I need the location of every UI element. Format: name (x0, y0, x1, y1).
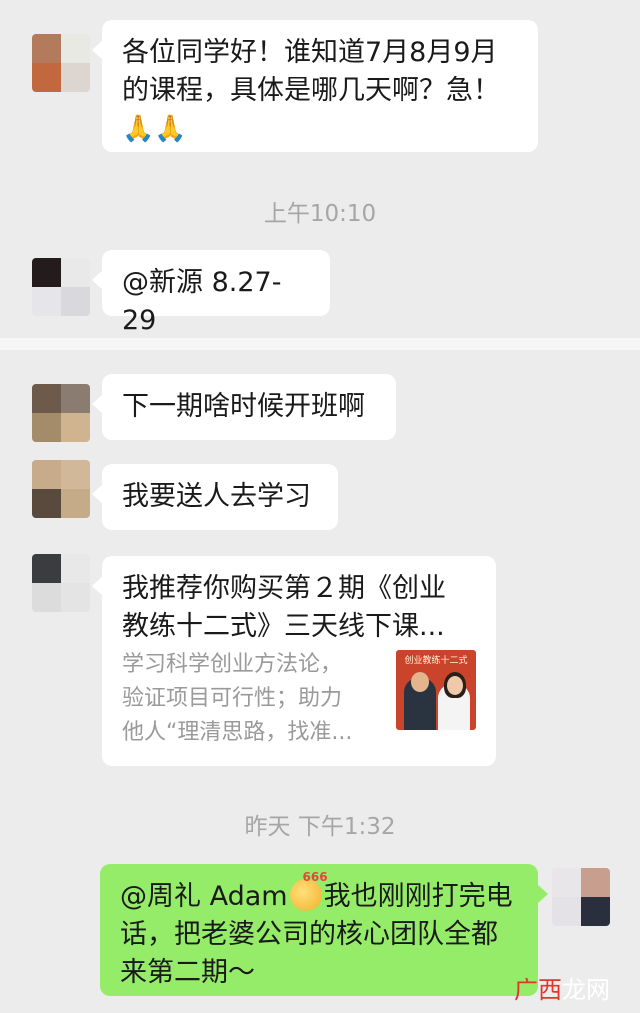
message-text: 我也刚刚打完电 (323, 881, 513, 912)
thumbnail-title: 创业教练十二式 (404, 656, 468, 666)
message-text: @新源 8.27-29 (122, 267, 282, 336)
timestamp: 昨天 下午1:32 (244, 814, 396, 840)
course-link-card[interactable]: 我推荐你购买第２期《创业 教练十二式》三天线下课... 学习科学创业方法论， 验… (92, 556, 496, 766)
thumbnail-person-head (411, 672, 429, 692)
message-bubble[interactable]: 我要送人去学习 (92, 464, 338, 530)
avatar[interactable] (32, 554, 90, 612)
message-bubble[interactable]: 各位同学好！谁知道7月8月9月 的课程，具体是哪几天啊？急！ 🙏🙏 (92, 20, 538, 152)
card-title-line: 教练十二式》三天线下课... (122, 611, 445, 642)
card-desc-line: 他人“理清思路，找准... (122, 720, 353, 745)
message-text-line: 的课程，具体是哪几天啊？急！ (122, 75, 500, 106)
card-desc-line: 验证项目可行性；助力 (122, 686, 343, 711)
message-text-line: @周礼 Adam 666 我也刚刚打完电 (120, 871, 518, 916)
message-text: 下一期啥时候开班啊 (122, 391, 365, 422)
message-text: 我要送人去学习 (122, 481, 311, 512)
card-thumbnail: 创业教练十二式 (396, 650, 476, 730)
avatar[interactable] (32, 34, 90, 92)
chat-panel-top: 各位同学好！谁知道7月8月9月 的课程，具体是哪几天啊？急！ 🙏🙏 上午10:1… (0, 0, 640, 338)
avatar-self[interactable] (552, 868, 610, 926)
emoji-tag: 666 (302, 870, 328, 884)
card-description: 学习科学创业方法论， 验证项目可行性；助力 他人“理清思路，找准... (122, 648, 382, 750)
pray-hands-icon: 🙏🙏 (122, 114, 187, 144)
screenshot-divider (0, 338, 640, 350)
watermark-part: 龙网 (562, 976, 610, 1004)
card-title-line: 我推荐你购买第２期《创业 (122, 573, 446, 604)
message-bubble-outgoing[interactable]: @周礼 Adam 666 我也刚刚打完电 话，把老婆公司的核心团队全都 来第二期～ (100, 864, 548, 996)
watermark-part: 广西 (514, 976, 562, 1004)
avatar[interactable] (32, 258, 90, 316)
thumbnail-person-head (447, 676, 463, 695)
card-desc-line: 学习科学创业方法论， (122, 652, 343, 677)
avatar[interactable] (32, 384, 90, 442)
message-text-line: 各位同学好！谁知道7月8月9月 (122, 37, 498, 68)
message-text-line: 话，把老婆公司的核心团队全都 (120, 919, 498, 950)
avatar[interactable] (32, 460, 90, 518)
message-bubble[interactable]: @新源 8.27-29 (92, 250, 330, 336)
message-text-line: 来第二期～ (120, 957, 255, 988)
mention[interactable]: @周礼 Adam (120, 881, 288, 912)
666-smile-emoji-icon: 666 (289, 871, 328, 911)
timestamp: 上午10:10 (263, 201, 377, 227)
message-bubble[interactable]: 下一期啥时候开班啊 (92, 374, 396, 440)
watermark: 广西龙网 (514, 970, 610, 1005)
